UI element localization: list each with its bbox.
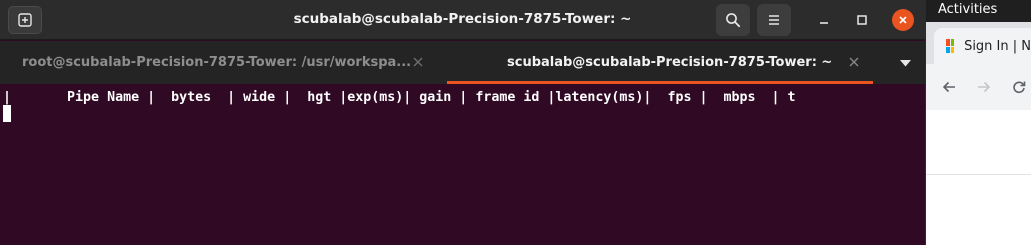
reload-icon: [1013, 81, 1026, 94]
search-icon: [726, 13, 741, 28]
close-icon: [413, 57, 423, 67]
terminal-scrollbar[interactable]: [914, 84, 925, 245]
back-arrow-icon: [942, 81, 955, 93]
text-cursor: [3, 105, 11, 122]
terminal-output[interactable]: | Pipe Name | bytes | wide | hgt |exp(ms…: [0, 84, 914, 245]
browser-tab-bar: Sign In | N: [926, 22, 1031, 64]
browser-divider: [926, 174, 1031, 175]
microsoft-logo-icon: [946, 39, 955, 53]
terminal-titlebar[interactable]: scubalab@scubalab-Precision-7875-Tower: …: [0, 0, 925, 40]
maximize-button[interactable]: [851, 9, 873, 31]
reload-button[interactable]: [1009, 77, 1029, 97]
activities-button[interactable]: Activities: [926, 0, 1031, 22]
hamburger-menu-icon: [769, 15, 779, 25]
search-button[interactable]: [716, 4, 750, 36]
tab-label: root@scubalab-Precision-7875-Tower: /usr…: [22, 55, 412, 70]
minimize-icon: [820, 22, 828, 24]
close-button[interactable]: [892, 9, 914, 31]
chevron-down-icon: [899, 59, 911, 66]
new-tab-icon: [18, 13, 32, 27]
close-icon: [899, 16, 907, 24]
tab-list-button[interactable]: [893, 54, 917, 72]
maximize-icon: [857, 15, 867, 25]
browser-toolbar: [926, 64, 1031, 110]
tab-scubalab-home[interactable]: scubalab@scubalab-Precision-7875-Tower: …: [507, 41, 837, 84]
new-tab-button[interactable]: [8, 6, 42, 34]
terminal-window: scubalab@scubalab-Precision-7875-Tower: …: [0, 0, 925, 245]
forward-button[interactable]: [974, 77, 994, 97]
terminal-tab-bar: root@scubalab-Precision-7875-Tower: /usr…: [0, 41, 925, 84]
tab-root-workspace[interactable]: root@scubalab-Precision-7875-Tower: /usr…: [22, 41, 422, 84]
close-icon: [849, 57, 859, 67]
menu-button[interactable]: [757, 4, 791, 36]
background-browser: Activities Sign In | N: [926, 0, 1031, 245]
browser-tab-sign-in[interactable]: Sign In | N: [934, 28, 1031, 64]
tab-close-button[interactable]: [846, 54, 862, 70]
tab-label: scubalab@scubalab-Precision-7875-Tower: …: [507, 55, 833, 70]
back-button[interactable]: [939, 77, 959, 97]
tab-close-button[interactable]: [410, 54, 426, 70]
table-header-line: | Pipe Name | bytes | wide | hgt |exp(ms…: [3, 90, 796, 105]
minimize-button[interactable]: [813, 9, 835, 31]
browser-tab-title: Sign In | N: [964, 38, 1031, 54]
forward-arrow-icon: [978, 81, 991, 93]
